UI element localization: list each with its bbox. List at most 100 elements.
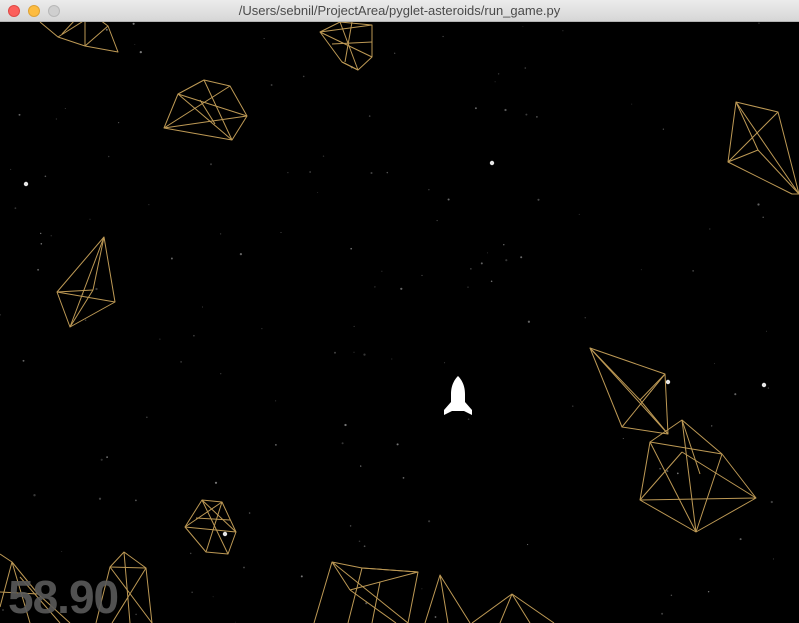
star xyxy=(300,575,303,578)
star xyxy=(442,35,444,38)
star xyxy=(709,228,711,230)
star xyxy=(22,359,25,362)
game-window: /Users/sebnil/ProjectArea/pyglet-asteroi… xyxy=(0,0,799,623)
asteroid xyxy=(39,22,119,53)
star xyxy=(447,198,450,201)
star xyxy=(275,444,277,446)
star xyxy=(676,472,679,475)
star xyxy=(212,596,214,598)
star xyxy=(193,334,195,337)
star xyxy=(505,259,508,262)
star xyxy=(309,171,311,173)
star xyxy=(527,320,531,323)
star xyxy=(18,113,21,116)
star xyxy=(243,566,245,569)
star xyxy=(148,204,150,206)
star xyxy=(44,175,47,178)
star xyxy=(662,128,665,130)
asteroid xyxy=(639,419,757,533)
star xyxy=(0,314,1,316)
star xyxy=(494,81,496,83)
star xyxy=(503,244,505,246)
star xyxy=(261,328,263,330)
star xyxy=(202,306,204,308)
asteroid xyxy=(471,593,555,623)
star xyxy=(14,207,17,210)
star xyxy=(159,338,161,340)
star xyxy=(100,458,103,461)
star xyxy=(191,591,193,593)
star xyxy=(758,22,760,24)
star xyxy=(767,387,770,389)
starfield xyxy=(0,22,775,623)
star xyxy=(666,470,669,473)
star xyxy=(428,189,430,191)
star xyxy=(739,538,742,541)
star xyxy=(661,612,664,615)
star xyxy=(214,481,218,484)
star xyxy=(436,220,438,222)
star xyxy=(170,257,173,260)
star xyxy=(220,373,222,375)
star xyxy=(692,270,694,272)
star xyxy=(497,73,500,75)
star xyxy=(522,26,524,28)
star xyxy=(353,325,355,327)
star xyxy=(106,456,108,458)
star xyxy=(772,558,775,560)
star xyxy=(317,192,319,194)
star xyxy=(480,262,483,265)
star xyxy=(353,351,355,353)
asteroid xyxy=(589,347,669,435)
star xyxy=(713,363,715,365)
star xyxy=(525,113,528,116)
star xyxy=(334,351,336,354)
star xyxy=(189,552,192,555)
star xyxy=(467,286,469,288)
star xyxy=(490,280,493,283)
star xyxy=(134,44,136,45)
asteroid xyxy=(319,22,373,71)
star xyxy=(474,107,477,110)
star xyxy=(40,243,43,245)
star xyxy=(537,198,540,201)
star xyxy=(670,594,673,597)
star xyxy=(770,500,773,504)
game-canvas[interactable]: 58.90 xyxy=(0,22,799,623)
star xyxy=(146,416,148,418)
star xyxy=(622,437,624,440)
star xyxy=(386,171,389,174)
title-bar[interactable]: /Users/sebnil/ProjectArea/pyglet-asteroi… xyxy=(0,0,799,22)
star xyxy=(344,423,347,427)
window-title: /Users/sebnil/ProjectArea/pyglet-asteroi… xyxy=(238,3,561,18)
star xyxy=(444,362,446,364)
star xyxy=(219,233,222,235)
bright-star xyxy=(222,531,228,537)
star xyxy=(55,118,57,120)
star xyxy=(421,274,423,276)
star xyxy=(89,218,91,220)
star xyxy=(391,358,393,360)
star xyxy=(631,103,633,105)
star xyxy=(434,616,437,618)
star xyxy=(562,30,564,32)
star xyxy=(37,268,40,271)
asteroid xyxy=(184,499,237,555)
star xyxy=(239,252,243,256)
star xyxy=(322,155,325,157)
bright-star xyxy=(761,382,767,388)
star xyxy=(139,50,142,54)
star xyxy=(135,613,137,616)
star xyxy=(341,442,344,445)
star xyxy=(350,247,353,250)
bright-star xyxy=(665,379,671,385)
star xyxy=(757,203,760,206)
star xyxy=(84,319,87,322)
star xyxy=(95,287,98,291)
asteroid xyxy=(313,561,419,623)
asteroid xyxy=(56,236,116,328)
star xyxy=(234,621,236,623)
space-scene xyxy=(0,22,799,623)
star xyxy=(132,22,135,25)
star xyxy=(711,425,713,427)
